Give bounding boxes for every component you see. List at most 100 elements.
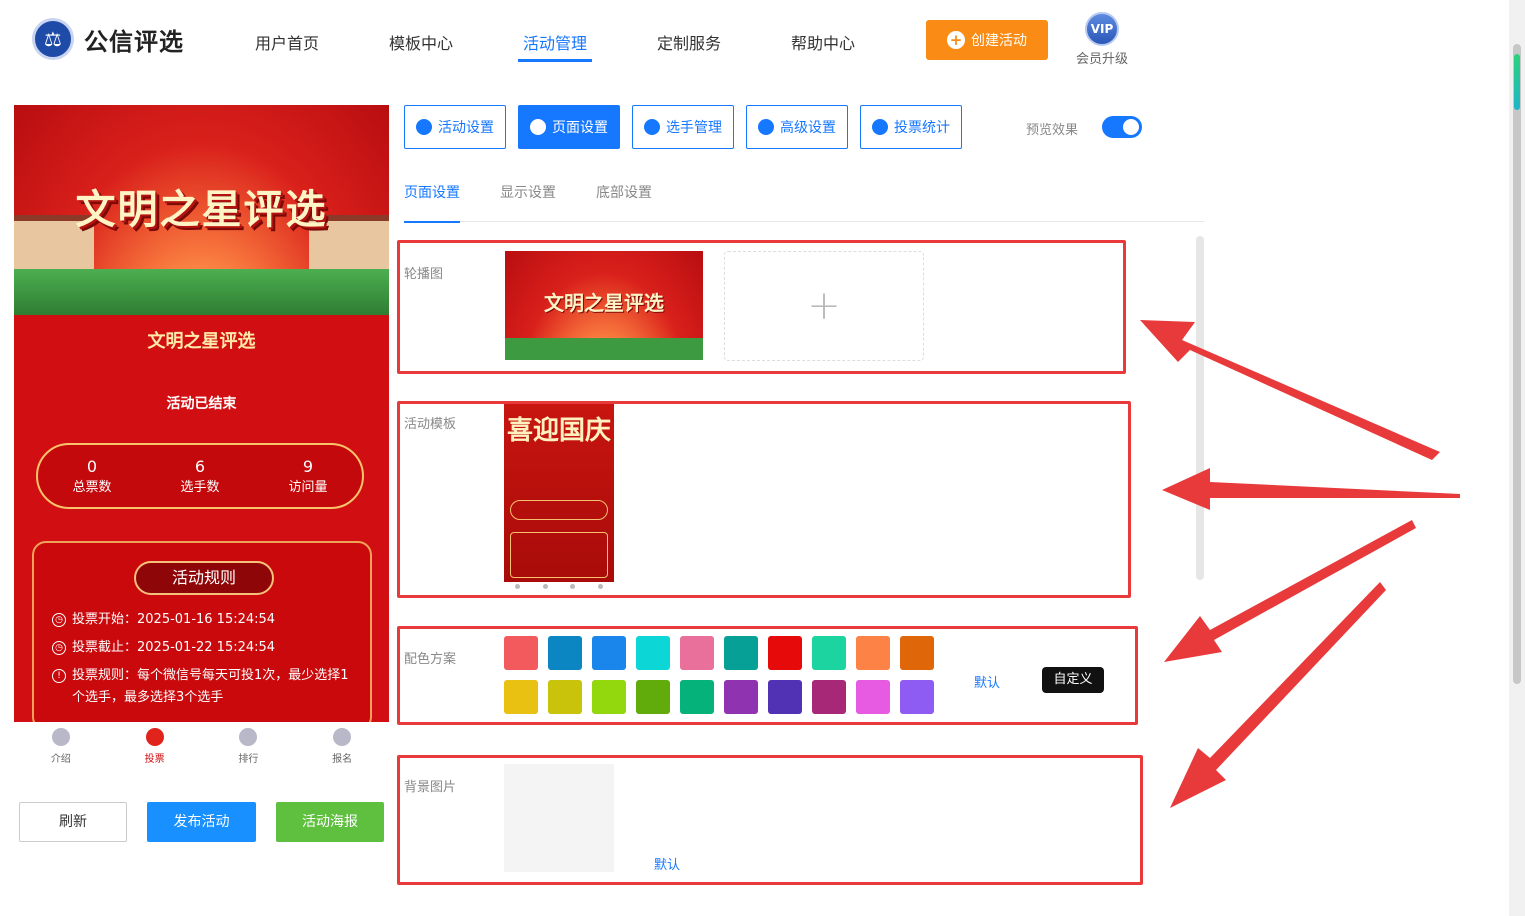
refresh-button[interactable]: 刷新 bbox=[19, 802, 127, 842]
page-scrollbar[interactable] bbox=[1509, 0, 1525, 916]
color-swatch[interactable] bbox=[504, 636, 538, 670]
arrow-to-template bbox=[1162, 468, 1460, 510]
color-swatch[interactable] bbox=[768, 636, 802, 670]
sports-field bbox=[505, 338, 703, 360]
arrow-to-carousel bbox=[1140, 320, 1440, 460]
color-swatch[interactable] bbox=[812, 636, 846, 670]
template-thumb-panel bbox=[510, 532, 608, 578]
sliders-icon bbox=[758, 119, 774, 135]
color-swatch[interactable] bbox=[592, 680, 626, 714]
activity-poster-button[interactable]: 活动海报 bbox=[276, 802, 384, 842]
preview-effect-toggle[interactable] bbox=[1102, 116, 1142, 138]
preview-effect-label: 预览效果 bbox=[1026, 123, 1079, 138]
tab-advanced-settings[interactable]: 高级设置 bbox=[746, 105, 848, 149]
rule-start: ◷ 投票开始：2025-01-16 15:24:54 bbox=[52, 609, 360, 631]
tab-page-settings[interactable]: 页面设置 bbox=[518, 105, 620, 149]
tab-signup[interactable]: 报名 bbox=[295, 722, 389, 772]
tab-contestant-management[interactable]: 选手管理 bbox=[632, 105, 734, 149]
vip-upgrade[interactable]: VIP 会员升级 bbox=[1072, 12, 1132, 67]
info-icon: ! bbox=[52, 669, 66, 683]
color-scheme-label: 配色方案 bbox=[404, 652, 457, 667]
color-swatch[interactable] bbox=[812, 680, 846, 714]
preview-stats: 0 总票数 6 选手数 9 访问量 bbox=[36, 443, 364, 509]
publish-activity-button[interactable]: 发布活动 bbox=[147, 802, 256, 842]
main-nav: 用户首页 模板中心 活动管理 定制服务 帮助中心 bbox=[220, 30, 890, 62]
color-swatch[interactable] bbox=[680, 636, 714, 670]
color-swatch[interactable] bbox=[856, 680, 890, 714]
rules-title: 活动规则 bbox=[134, 561, 274, 595]
rules-panel: 活动规则 ◷ 投票开始：2025-01-16 15:24:54 ◷ 投票截止：2… bbox=[32, 541, 372, 722]
template-thumb-tabbar bbox=[504, 584, 614, 589]
color-swatch[interactable] bbox=[856, 636, 890, 670]
tab-vote-statistics[interactable]: 投票统计 bbox=[860, 105, 962, 149]
nav-custom-service[interactable]: 定制服务 bbox=[622, 30, 756, 62]
page: ⚖ 公信评选 用户首页 模板中心 活动管理 定制服务 帮助中心 + 创建活动 V… bbox=[0, 0, 1525, 916]
arrow-to-background bbox=[1170, 582, 1386, 808]
plus-circle-icon: + bbox=[947, 31, 965, 49]
subtab-footer-settings[interactable]: 底部设置 bbox=[596, 182, 652, 222]
rule-end: ◷ 投票截止：2025-01-22 15:24:54 bbox=[52, 637, 360, 659]
tab-intro[interactable]: 介绍 bbox=[14, 722, 108, 772]
color-swatch[interactable] bbox=[548, 636, 582, 670]
template-thumb-block bbox=[510, 500, 608, 520]
subtab-page-settings[interactable]: 页面设置 bbox=[404, 182, 460, 223]
vote-icon bbox=[145, 728, 164, 746]
clock-icon: ◷ bbox=[52, 641, 66, 655]
sports-field bbox=[14, 269, 389, 315]
color-custom-button[interactable]: 自定义 bbox=[1042, 667, 1104, 693]
color-swatch[interactable] bbox=[636, 636, 670, 670]
banner-title: 文明之星评选 bbox=[75, 187, 328, 233]
tab-vote[interactable]: 投票 bbox=[108, 722, 202, 772]
preview-status: 活动已结束 bbox=[166, 396, 237, 412]
upload-add-button[interactable]: + bbox=[724, 251, 924, 361]
template-thumbnail[interactable]: 喜迎国庆 bbox=[504, 404, 614, 582]
stat-total-votes: 0 总票数 bbox=[72, 457, 112, 495]
annotation-arrows bbox=[1140, 320, 1460, 808]
preview-tabbar: 介绍 投票 排行 报名 bbox=[14, 722, 389, 772]
color-swatch[interactable] bbox=[548, 680, 582, 714]
page-scrollbar-thumb[interactable] bbox=[1513, 44, 1521, 684]
color-swatch[interactable] bbox=[636, 680, 670, 714]
color-swatch[interactable] bbox=[768, 680, 802, 714]
color-swatch[interactable] bbox=[724, 636, 758, 670]
background-image-label: 背景图片 bbox=[404, 780, 457, 795]
plus-icon: + bbox=[807, 283, 841, 329]
color-swatch[interactable] bbox=[900, 680, 934, 714]
color-swatch[interactable] bbox=[724, 680, 758, 714]
stat-visits: 9 访问量 bbox=[288, 457, 328, 495]
color-default-link[interactable]: 默认 bbox=[974, 672, 1000, 691]
logo[interactable]: ⚖ 公信评选 bbox=[32, 18, 184, 60]
create-activity-button[interactable]: + 创建活动 bbox=[926, 20, 1048, 60]
color-swatch[interactable] bbox=[680, 680, 714, 714]
phone-preview: 文明之星评选 文明之星评选 活动已结束 0 总票数 6 选手数 9 访问量 活动… bbox=[14, 105, 389, 722]
vip-icon: VIP bbox=[1085, 12, 1119, 46]
tab-activity-settings[interactable]: 活动设置 bbox=[404, 105, 506, 149]
color-swatch[interactable] bbox=[900, 636, 934, 670]
logo-text: 公信评选 bbox=[84, 27, 184, 56]
color-swatches bbox=[504, 636, 936, 714]
nav-help[interactable]: 帮助中心 bbox=[756, 30, 890, 62]
sub-tabs: 页面设置 显示设置 底部设置 bbox=[404, 182, 1204, 223]
nav-home[interactable]: 用户首页 bbox=[220, 30, 354, 62]
users-icon bbox=[644, 119, 660, 135]
tab-ranking[interactable]: 排行 bbox=[202, 722, 296, 772]
bar-chart-icon bbox=[872, 119, 888, 135]
nav-activity-management[interactable]: 活动管理 bbox=[488, 30, 622, 62]
stat-contestants: 6 选手数 bbox=[180, 457, 220, 495]
preview-title: 文明之星评选 bbox=[147, 331, 256, 352]
rule-detail: ! 投票规则：每个微信号每天可投1次，最少选择1个选手，最多选择3个选手 bbox=[52, 665, 360, 709]
subtab-display-settings[interactable]: 显示设置 bbox=[500, 182, 556, 222]
create-activity-label: 创建活动 bbox=[971, 33, 1027, 49]
carousel-label: 轮播图 bbox=[404, 267, 444, 282]
background-image-slot[interactable] bbox=[504, 764, 614, 872]
carousel-image[interactable]: 文明之星评选 bbox=[505, 251, 703, 360]
nav-templates[interactable]: 模板中心 bbox=[354, 30, 488, 62]
color-swatch[interactable] bbox=[504, 680, 538, 714]
clock-icon: ◷ bbox=[52, 613, 66, 627]
background-default-link[interactable]: 默认 bbox=[654, 854, 680, 873]
gear-icon bbox=[530, 119, 546, 135]
ranking-icon bbox=[239, 728, 258, 746]
preview-banner: 文明之星评选 bbox=[14, 105, 389, 315]
vip-label: 会员升级 bbox=[1075, 52, 1128, 67]
color-swatch[interactable] bbox=[592, 636, 626, 670]
